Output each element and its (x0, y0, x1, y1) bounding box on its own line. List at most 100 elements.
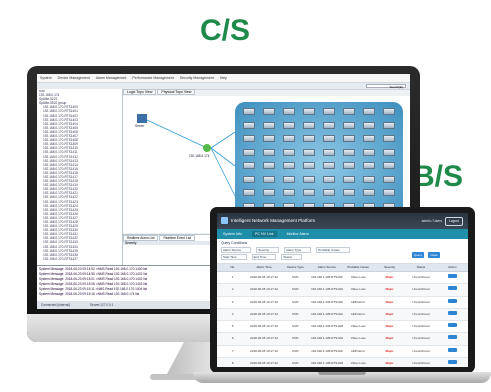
device-icon[interactable] (323, 148, 335, 156)
menu-item[interactable]: System (40, 76, 52, 80)
device-icon[interactable] (343, 189, 355, 196)
action-button[interactable] (437, 309, 468, 320)
table-row[interactable]: 8 2018-06-05 10:17:22 DVR 192.168.1.105-RTS… (217, 358, 468, 367)
device-icon[interactable] (243, 135, 255, 142)
device-icon[interactable] (263, 121, 275, 129)
device-icon[interactable] (383, 162, 395, 169)
filter-field[interactable]: Status (281, 254, 302, 260)
action-button[interactable] (437, 358, 468, 367)
device-icon[interactable] (323, 135, 335, 142)
tab-0[interactable]: Logic Topo View (123, 89, 157, 95)
device-icon[interactable] (283, 135, 295, 142)
action-icon[interactable] (447, 310, 457, 315)
device-icon[interactable] (343, 175, 355, 183)
device-icon[interactable] (363, 135, 375, 142)
nav-item[interactable]: System Info (223, 232, 242, 236)
table-row[interactable]: 5 2018-06-05 10:17:22 DVR 192.168.1.105-RTS… (217, 321, 468, 334)
device-icon[interactable] (363, 148, 375, 156)
menu-item[interactable]: Performance Management (132, 76, 173, 80)
device-icon[interactable] (283, 108, 295, 115)
clear-button[interactable]: Clear (428, 252, 440, 258)
device-icon[interactable] (323, 121, 335, 129)
table-row[interactable]: 6 2018-06-05 10:17:22 DVR 192.168.1.105-RTS… (217, 333, 468, 346)
nav-item[interactable]: PC NV Link (251, 231, 277, 237)
table-row[interactable]: 3 2018-06-05 10:17:22 DVR 192.168.1.105-RTS… (217, 296, 468, 309)
device-icon[interactable] (363, 121, 375, 129)
filter-field[interactable]: Severity (256, 247, 280, 253)
action-button[interactable] (437, 321, 468, 332)
device-icon[interactable] (323, 162, 335, 169)
device-icon[interactable] (263, 135, 275, 142)
device-icon[interactable] (263, 189, 275, 196)
menu-item[interactable]: Help (220, 76, 227, 80)
action-icon[interactable] (447, 360, 457, 365)
device-icon[interactable] (263, 148, 275, 156)
device-icon[interactable] (243, 108, 255, 115)
device-icon[interactable] (303, 148, 315, 156)
device-icon[interactable] (283, 148, 295, 156)
action-button[interactable] (437, 346, 468, 357)
filter-field[interactable]: Alarm Type (284, 247, 312, 253)
tab-1[interactable]: Physical Topo View (157, 89, 196, 95)
device-icon[interactable] (323, 108, 335, 115)
table-row[interactable]: 4 2018-06-05 10:17:22 DVR 192.168.1.105-RTS… (217, 308, 468, 322)
nav-item[interactable]: Monitor Alarm (287, 232, 309, 236)
switch-node-icon[interactable] (203, 144, 211, 152)
device-icon[interactable] (383, 148, 395, 156)
menu-item[interactable]: Security Management (180, 76, 214, 80)
logout-button[interactable]: Logout (445, 217, 463, 226)
device-tree[interactable]: root 192.168.0.174 SpAlite-5222 SpAlite-552… (37, 89, 123, 265)
device-icon[interactable] (243, 162, 255, 169)
device-icon[interactable] (303, 175, 315, 183)
device-icon[interactable] (383, 108, 395, 115)
device-icon[interactable] (243, 148, 255, 156)
device-icon[interactable] (383, 175, 395, 183)
device-icon[interactable] (363, 108, 375, 115)
device-icon[interactable] (363, 175, 375, 183)
action-button[interactable] (437, 284, 468, 295)
device-icon[interactable] (343, 148, 355, 156)
filter-field[interactable]: End Time (251, 254, 277, 260)
device-icon[interactable] (303, 162, 315, 169)
device-icon[interactable] (283, 189, 295, 196)
action-button[interactable] (437, 297, 468, 308)
device-icon[interactable] (343, 135, 355, 142)
device-icon[interactable] (383, 121, 395, 129)
device-icon[interactable] (303, 121, 315, 129)
device-icon[interactable] (383, 189, 395, 196)
action-button[interactable] (437, 272, 468, 283)
device-icon[interactable] (303, 135, 315, 142)
table-row[interactable]: 7 2018-06-05 10:17:22 DVR 192.168.1.105-RTS… (217, 345, 468, 359)
device-icon[interactable] (363, 189, 375, 196)
device-icon[interactable] (343, 108, 355, 115)
action-button[interactable] (437, 333, 468, 344)
device-icon[interactable] (363, 162, 375, 169)
device-icon[interactable] (243, 121, 255, 129)
filter-field[interactable]: Alarm Source (221, 247, 252, 253)
tree-item[interactable]: 192.168.0.170-RTS1437 (37, 257, 122, 261)
menu-item[interactable]: Alarm Management (96, 76, 127, 80)
action-icon[interactable] (447, 298, 457, 303)
filter-field[interactable]: Start Time (221, 254, 247, 260)
action-icon[interactable] (447, 323, 457, 328)
table-row[interactable]: 1 2018-06-05 10:17:22 DVR 192.168.1.105-RTS… (217, 272, 468, 285)
device-icon[interactable] (383, 135, 395, 142)
device-icon[interactable] (283, 162, 295, 169)
device-icon[interactable] (303, 189, 315, 196)
device-icon[interactable] (243, 189, 255, 196)
device-icon[interactable] (263, 162, 275, 169)
query-button[interactable]: Query (412, 252, 424, 258)
device-icon[interactable] (283, 175, 295, 183)
search-input[interactable]: Search(E) (366, 84, 406, 89)
device-icon[interactable] (263, 175, 275, 183)
device-icon[interactable] (243, 175, 255, 183)
action-icon[interactable] (447, 274, 457, 278)
device-icon[interactable] (303, 108, 315, 115)
device-icon[interactable] (343, 121, 355, 129)
action-icon[interactable] (447, 347, 457, 352)
action-icon[interactable] (447, 286, 457, 291)
device-icon[interactable] (323, 175, 335, 183)
filter-field[interactable]: Probable Cause (316, 247, 350, 253)
device-icon[interactable] (323, 189, 335, 196)
device-icon[interactable] (263, 108, 275, 115)
